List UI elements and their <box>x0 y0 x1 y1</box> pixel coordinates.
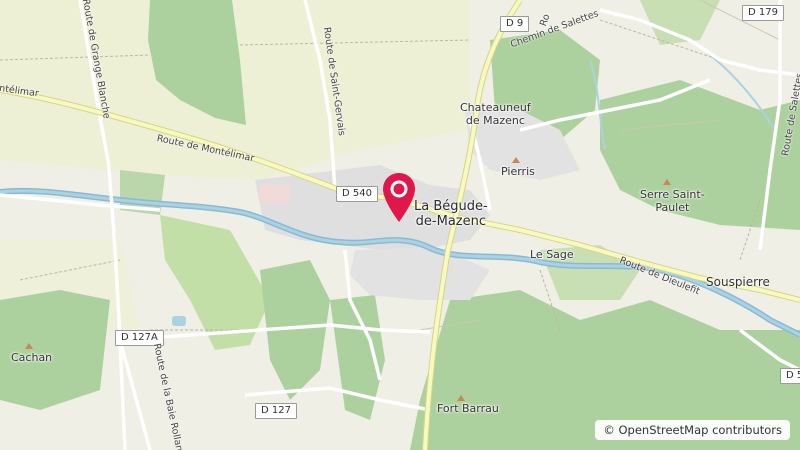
place-label-le-sage: Le Sage <box>530 248 574 261</box>
place-label-cachan: Cachan <box>11 351 53 364</box>
road-shield-d179: D 179 <box>742 5 784 21</box>
place-label-chateauneuf-de-mazenc: Chateauneuf de Mazenc <box>460 101 531 127</box>
road-shield-d54: D 54 <box>780 368 800 384</box>
place-label-serre-saint-paulet: Serre Saint- Paulet <box>640 188 705 214</box>
peak-icon <box>512 157 520 163</box>
place-label-line-1: La Bégude- <box>414 199 488 214</box>
place-label-line-2: Paulet <box>655 201 690 214</box>
road-shield-d127: D 127 <box>255 403 297 419</box>
road-shield-d540: D 540 <box>336 186 378 202</box>
place-label-line-2: de Mazenc <box>465 114 525 127</box>
place-label-line-2: de-Mazenc <box>415 214 487 229</box>
attribution-text[interactable]: © OpenStreetMap contributors <box>603 423 782 437</box>
place-label-fort-barrau: Fort Barrau <box>437 402 499 415</box>
place-label-line-1: Serre Saint- <box>640 188 705 201</box>
place-label-pierris: Pierris <box>501 165 535 178</box>
place-label-line-1: Chateauneuf <box>460 101 531 114</box>
location-marker-icon[interactable] <box>382 172 416 224</box>
peak-icon <box>457 395 465 401</box>
peak-icon <box>663 179 671 185</box>
road-shield-d9: D 9 <box>500 16 530 32</box>
map-canvas[interactable]: D 9 D 179 D 540 D 127A D 127 D 54 ntélim… <box>0 0 800 450</box>
peak-icon <box>25 343 33 349</box>
place-label-souspierre: Souspierre <box>706 275 770 289</box>
map-attribution[interactable]: © OpenStreetMap contributors <box>595 420 790 440</box>
map-base-layer <box>0 0 800 450</box>
place-label-la-begude-de-mazenc: La Bégude- de-Mazenc <box>414 199 488 229</box>
